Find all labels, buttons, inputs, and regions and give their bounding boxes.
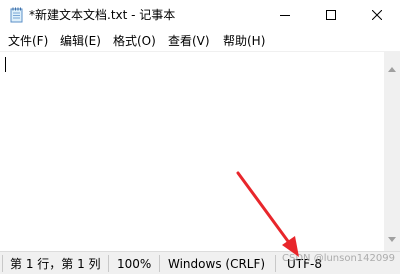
annotation-arrow-icon: [236, 171, 299, 257]
